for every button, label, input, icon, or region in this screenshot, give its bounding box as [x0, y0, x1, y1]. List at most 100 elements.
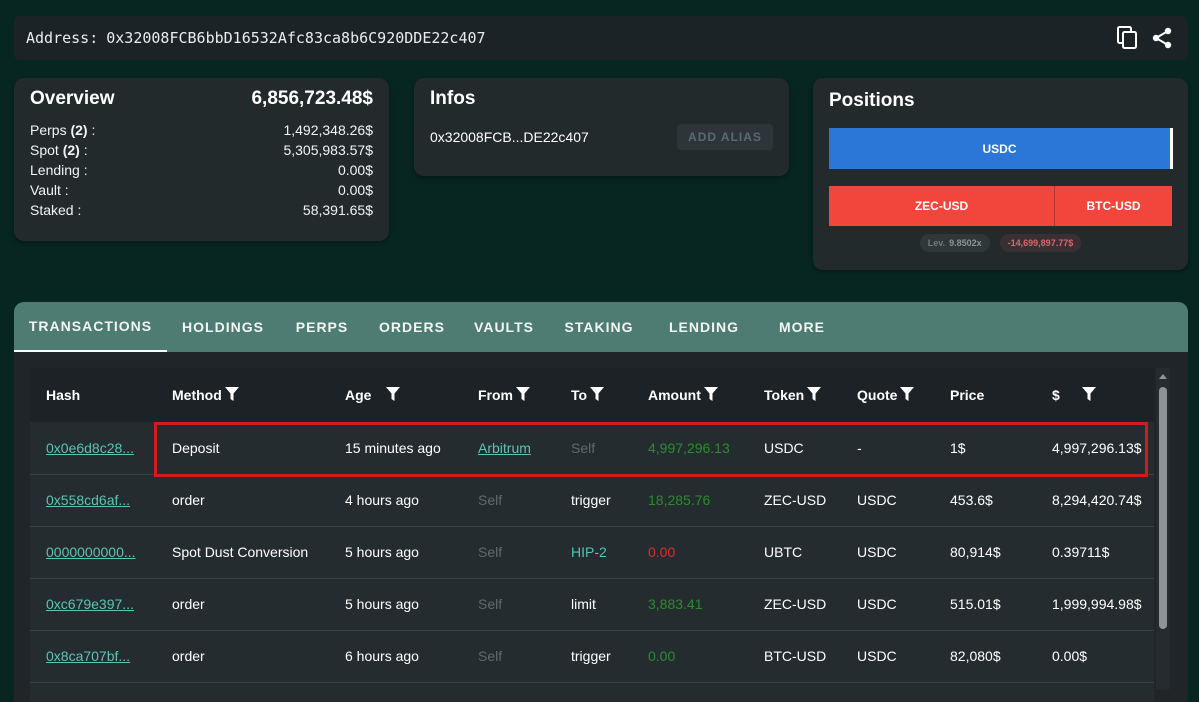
tx-usd: 0.00$ — [1052, 648, 1088, 664]
col-method: Method — [156, 368, 329, 422]
tx-token: ZEC-USD — [764, 492, 827, 508]
filter-icon[interactable] — [515, 386, 531, 405]
tx-method: Deposit — [172, 439, 220, 456]
filter-icon[interactable] — [703, 386, 719, 405]
address-value: 0x32008FCB6bbD16532Afc83ca8b6C920DDE22c4… — [106, 29, 486, 47]
share-icon[interactable] — [1150, 26, 1174, 50]
tx-amount: 0.00 — [648, 544, 676, 560]
add-alias-button[interactable]: ADD ALIAS — [677, 124, 773, 150]
table-row[interactable]: 0x8ca707bf... order 6 hours ago Self tri… — [30, 630, 1154, 682]
tx-token: USDC — [764, 439, 804, 456]
tab-lending[interactable]: LENDING — [649, 302, 759, 352]
tab-perps[interactable]: PERPS — [279, 302, 365, 352]
tx-hash-link[interactable]: 0x8ca707bf... — [46, 648, 130, 664]
tab-staking[interactable]: STAKING — [549, 302, 649, 352]
pnl-chip: -14,699,897.77$ — [999, 234, 1082, 252]
col-quote: Quote — [841, 368, 934, 422]
short-address: 0x32008FCB...DE22c407 — [430, 129, 589, 145]
tx-quote: USDC — [857, 544, 897, 560]
tx-price: 515.01$ — [950, 596, 1001, 612]
col-age: Age — [329, 368, 462, 422]
tx-method: order — [172, 596, 205, 612]
col-token: Token — [748, 368, 841, 422]
scroll-up-arrow-icon[interactable] — [1157, 370, 1169, 382]
tx-usd: 1,999,994.98$ — [1052, 596, 1142, 612]
tx-to: limit — [571, 596, 596, 612]
overview-row-spot: Spot (2) : 5,305,983.57$ — [30, 142, 373, 158]
tx-age: 4 hours ago — [345, 492, 419, 508]
overview-total: 6,856,723.48$ — [251, 88, 373, 109]
overview-value: 1,492,348.26$ — [283, 122, 373, 138]
tx-quote: USDC — [857, 492, 897, 508]
tx-price: 80,914$ — [950, 544, 1001, 560]
overview-row-vault: Vault : 0.00$ — [30, 182, 373, 198]
tx-token: UBTC — [764, 544, 803, 560]
address-bar: Address: 0x32008FCB6bbD16532Afc83ca8b6C9… — [14, 16, 1188, 60]
filter-icon[interactable] — [385, 386, 401, 405]
tx-usd: 8,294,420.74$ — [1052, 492, 1142, 508]
tx-to: HIP-2 — [571, 544, 607, 560]
tx-amount: 18,285.76 — [648, 492, 711, 508]
scrollbar-thumb[interactable] — [1159, 387, 1167, 629]
tx-hash-link[interactable]: 0x558cd6af... — [46, 492, 130, 508]
tx-to: Self — [571, 439, 596, 456]
tx-method: Spot Dust Conversion — [172, 544, 309, 560]
overview-row-lending: Lending : 0.00$ — [30, 162, 373, 178]
filter-icon[interactable] — [589, 386, 605, 405]
tx-to: trigger — [571, 648, 611, 664]
transactions-table: Hash Method Age From To Amount Token Quo… — [30, 368, 1154, 702]
col-to: To — [555, 368, 632, 422]
table-row[interactable]: 0x558cd6af... order 4 hours ago Self tri… — [30, 474, 1154, 526]
tx-hash-link[interactable]: 0xc679e397... — [46, 596, 134, 612]
col-amount: Amount — [632, 368, 748, 422]
tx-amount: 4,997,296.13 — [648, 439, 730, 456]
overview-value: 58,391.65$ — [302, 202, 373, 218]
tx-quote: USDC — [857, 648, 897, 664]
tx-from: Self — [478, 648, 503, 664]
tab-transactions[interactable]: TRANSACTIONS — [14, 302, 167, 352]
tab-bar: TRANSACTIONS HOLDINGS PERPS ORDERS VAULT… — [14, 302, 1188, 352]
overview-row-perps: Perps (2) : 1,492,348.26$ — [30, 122, 373, 138]
filter-icon[interactable] — [224, 386, 240, 405]
table-row[interactable]: 0xc679e397... order 5 hours ago Self lim… — [30, 578, 1154, 630]
tx-from: Self — [478, 544, 503, 560]
filter-icon[interactable] — [806, 386, 822, 405]
tx-to: trigger — [571, 492, 611, 508]
col-hash: Hash — [46, 387, 81, 403]
col-usd: $ — [1036, 368, 1154, 422]
copy-icon[interactable] — [1116, 26, 1140, 50]
tx-age: 5 hours ago — [345, 596, 419, 612]
filter-icon[interactable] — [1081, 386, 1097, 405]
tab-holdings[interactable]: HOLDINGS — [167, 302, 279, 352]
position-bar-btc-usd[interactable]: BTC-USD — [1055, 186, 1172, 226]
position-bar-usdc[interactable]: USDC — [829, 128, 1173, 169]
overview-value: 0.00$ — [337, 162, 373, 178]
tx-quote: USDC — [857, 596, 897, 612]
tabs-panel: TRANSACTIONS HOLDINGS PERPS ORDERS VAULT… — [14, 302, 1188, 702]
tx-from-link[interactable]: Arbitrum — [478, 440, 531, 456]
table-row[interactable]: 0000000000... Spot Dust Conversion 5 hou… — [30, 526, 1154, 578]
tab-vaults[interactable]: VAULTS — [459, 302, 549, 352]
overview-value: 5,305,983.57$ — [283, 142, 373, 158]
tx-usd: 0.39711$ — [1052, 544, 1110, 560]
filter-icon[interactable] — [899, 386, 915, 405]
col-price: Price — [950, 387, 985, 403]
overview-title: Overview — [30, 88, 115, 109]
position-bar-zec-usd[interactable]: ZEC-USD — [829, 186, 1055, 226]
tx-price: 82,080$ — [950, 648, 1001, 664]
tx-price: 1$ — [950, 439, 966, 456]
table-row[interactable]: 0x0e6d8c28... Deposit 15 minutes ago Arb… — [30, 422, 1154, 474]
tx-method: order — [172, 492, 205, 508]
tx-usd: 4,997,296.13$ — [1052, 439, 1142, 456]
overview-row-staked: Staked : 58,391.65$ — [30, 202, 373, 218]
tx-hash-link[interactable]: 0000000000... — [46, 544, 136, 560]
tx-hash-link[interactable]: 0x0e6d8c28... — [46, 440, 134, 456]
col-from: From — [462, 368, 555, 422]
leverage-chip: Lev. 9.8502x — [919, 234, 990, 252]
tab-orders[interactable]: ORDERS — [365, 302, 459, 352]
overview-value: 0.00$ — [337, 182, 373, 198]
tx-age: 6 hours ago — [345, 648, 419, 664]
tx-price: 453.6$ — [950, 492, 993, 508]
tab-more[interactable]: MORE — [759, 302, 845, 352]
tx-from: Self — [478, 492, 503, 508]
